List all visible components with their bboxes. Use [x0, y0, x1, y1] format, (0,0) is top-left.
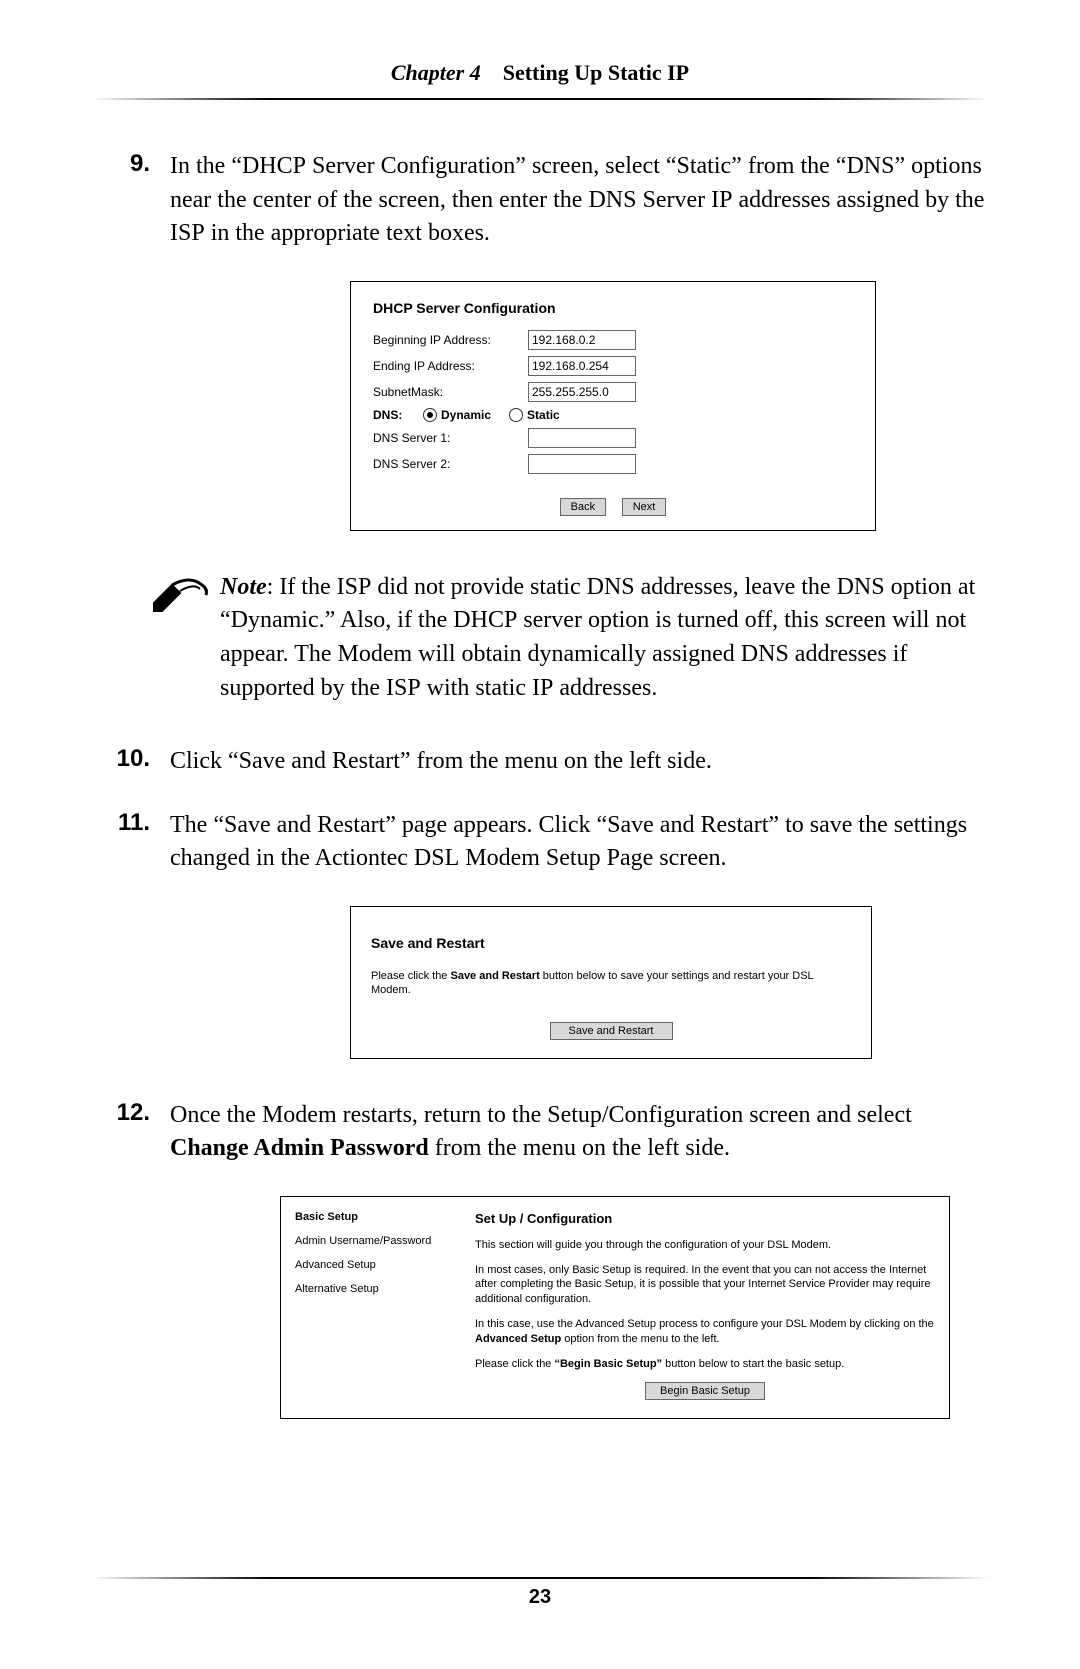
figure-setup-config: Basic Setup Admin Username/Password Adva…: [280, 1196, 950, 1419]
step-12: 12. Once the Modem restarts, return to t…: [90, 1099, 990, 1166]
step-number: 10.: [90, 745, 170, 779]
footer-divider: [90, 1577, 990, 1579]
save-restart-title: Save and Restart: [371, 935, 851, 951]
dns1-label: DNS Server 1:: [373, 431, 528, 445]
begin-ip-input[interactable]: 192.168.0.2: [528, 330, 636, 350]
step-body: Once the Modem restarts, return to the S…: [170, 1099, 990, 1166]
menu-alternative-setup[interactable]: Alternative Setup: [295, 1283, 475, 1295]
step-number: 9.: [90, 150, 170, 251]
subnet-input[interactable]: 255.255.255.0: [528, 382, 636, 402]
chapter-label: Chapter 4: [391, 60, 481, 85]
header-divider: [90, 98, 990, 100]
config-p2: In most cases, only Basic Setup is requi…: [475, 1263, 935, 1308]
note-icon: [150, 571, 220, 705]
begin-ip-label: Beginning IP Address:: [373, 333, 528, 347]
radio-unselected-icon: [509, 408, 523, 422]
back-button[interactable]: Back: [560, 498, 606, 516]
save-restart-text: Please click the Save and Restart button…: [371, 969, 851, 998]
radio-selected-icon: [423, 408, 437, 422]
figure-save-restart: Save and Restart Please click the Save a…: [350, 906, 872, 1059]
config-content: Set Up / Configuration This section will…: [475, 1211, 935, 1400]
step-9: 9. In the “DHCP Server Configuration” sc…: [90, 150, 990, 251]
note-body: Note: If the ISP did not provide static …: [220, 571, 990, 705]
step-body: In the “DHCP Server Configuration” scree…: [170, 150, 990, 251]
dns-label: DNS:: [373, 408, 423, 422]
page-number: 23: [0, 1586, 1080, 1609]
step-number: 12.: [90, 1099, 170, 1166]
config-p3: In this case, use the Advanced Setup pro…: [475, 1317, 935, 1347]
step-body: Click “Save and Restart” from the menu o…: [170, 745, 990, 779]
step-number: 11.: [90, 809, 170, 876]
dns-static-radio[interactable]: Static: [509, 408, 560, 422]
menu-admin-password[interactable]: Admin Username/Password: [295, 1235, 475, 1247]
page-header: Chapter 4 Setting Up Static IP: [90, 60, 990, 86]
subnet-label: SubnetMask:: [373, 385, 528, 399]
menu-advanced-setup[interactable]: Advanced Setup: [295, 1259, 475, 1271]
end-ip-label: Ending IP Address:: [373, 359, 528, 373]
dns2-label: DNS Server 2:: [373, 457, 528, 471]
config-title: Set Up / Configuration: [475, 1211, 935, 1226]
figure-dhcp-config: DHCP Server Configuration Beginning IP A…: [350, 281, 876, 531]
dhcp-title: DHCP Server Configuration: [373, 300, 853, 316]
step-body: The “Save and Restart” page appears. Cli…: [170, 809, 990, 876]
menu-basic-setup[interactable]: Basic Setup: [295, 1211, 475, 1223]
note-block: Note: If the ISP did not provide static …: [150, 571, 990, 705]
dns2-input[interactable]: [528, 454, 636, 474]
save-restart-button[interactable]: Save and Restart: [550, 1022, 673, 1040]
step-11: 11. The “Save and Restart” page appears.…: [90, 809, 990, 876]
next-button[interactable]: Next: [622, 498, 667, 516]
dns1-input[interactable]: [528, 428, 636, 448]
dns-dynamic-radio[interactable]: Dynamic: [423, 408, 491, 422]
config-p1: This section will guide you through the …: [475, 1238, 935, 1253]
begin-basic-setup-button[interactable]: Begin Basic Setup: [645, 1382, 765, 1400]
config-p4: Please click the “Begin Basic Setup” but…: [475, 1357, 935, 1372]
step-10: 10. Click “Save and Restart” from the me…: [90, 745, 990, 779]
end-ip-input[interactable]: 192.168.0.254: [528, 356, 636, 376]
config-menu: Basic Setup Admin Username/Password Adva…: [295, 1211, 475, 1400]
chapter-title: Setting Up Static IP: [503, 60, 689, 85]
